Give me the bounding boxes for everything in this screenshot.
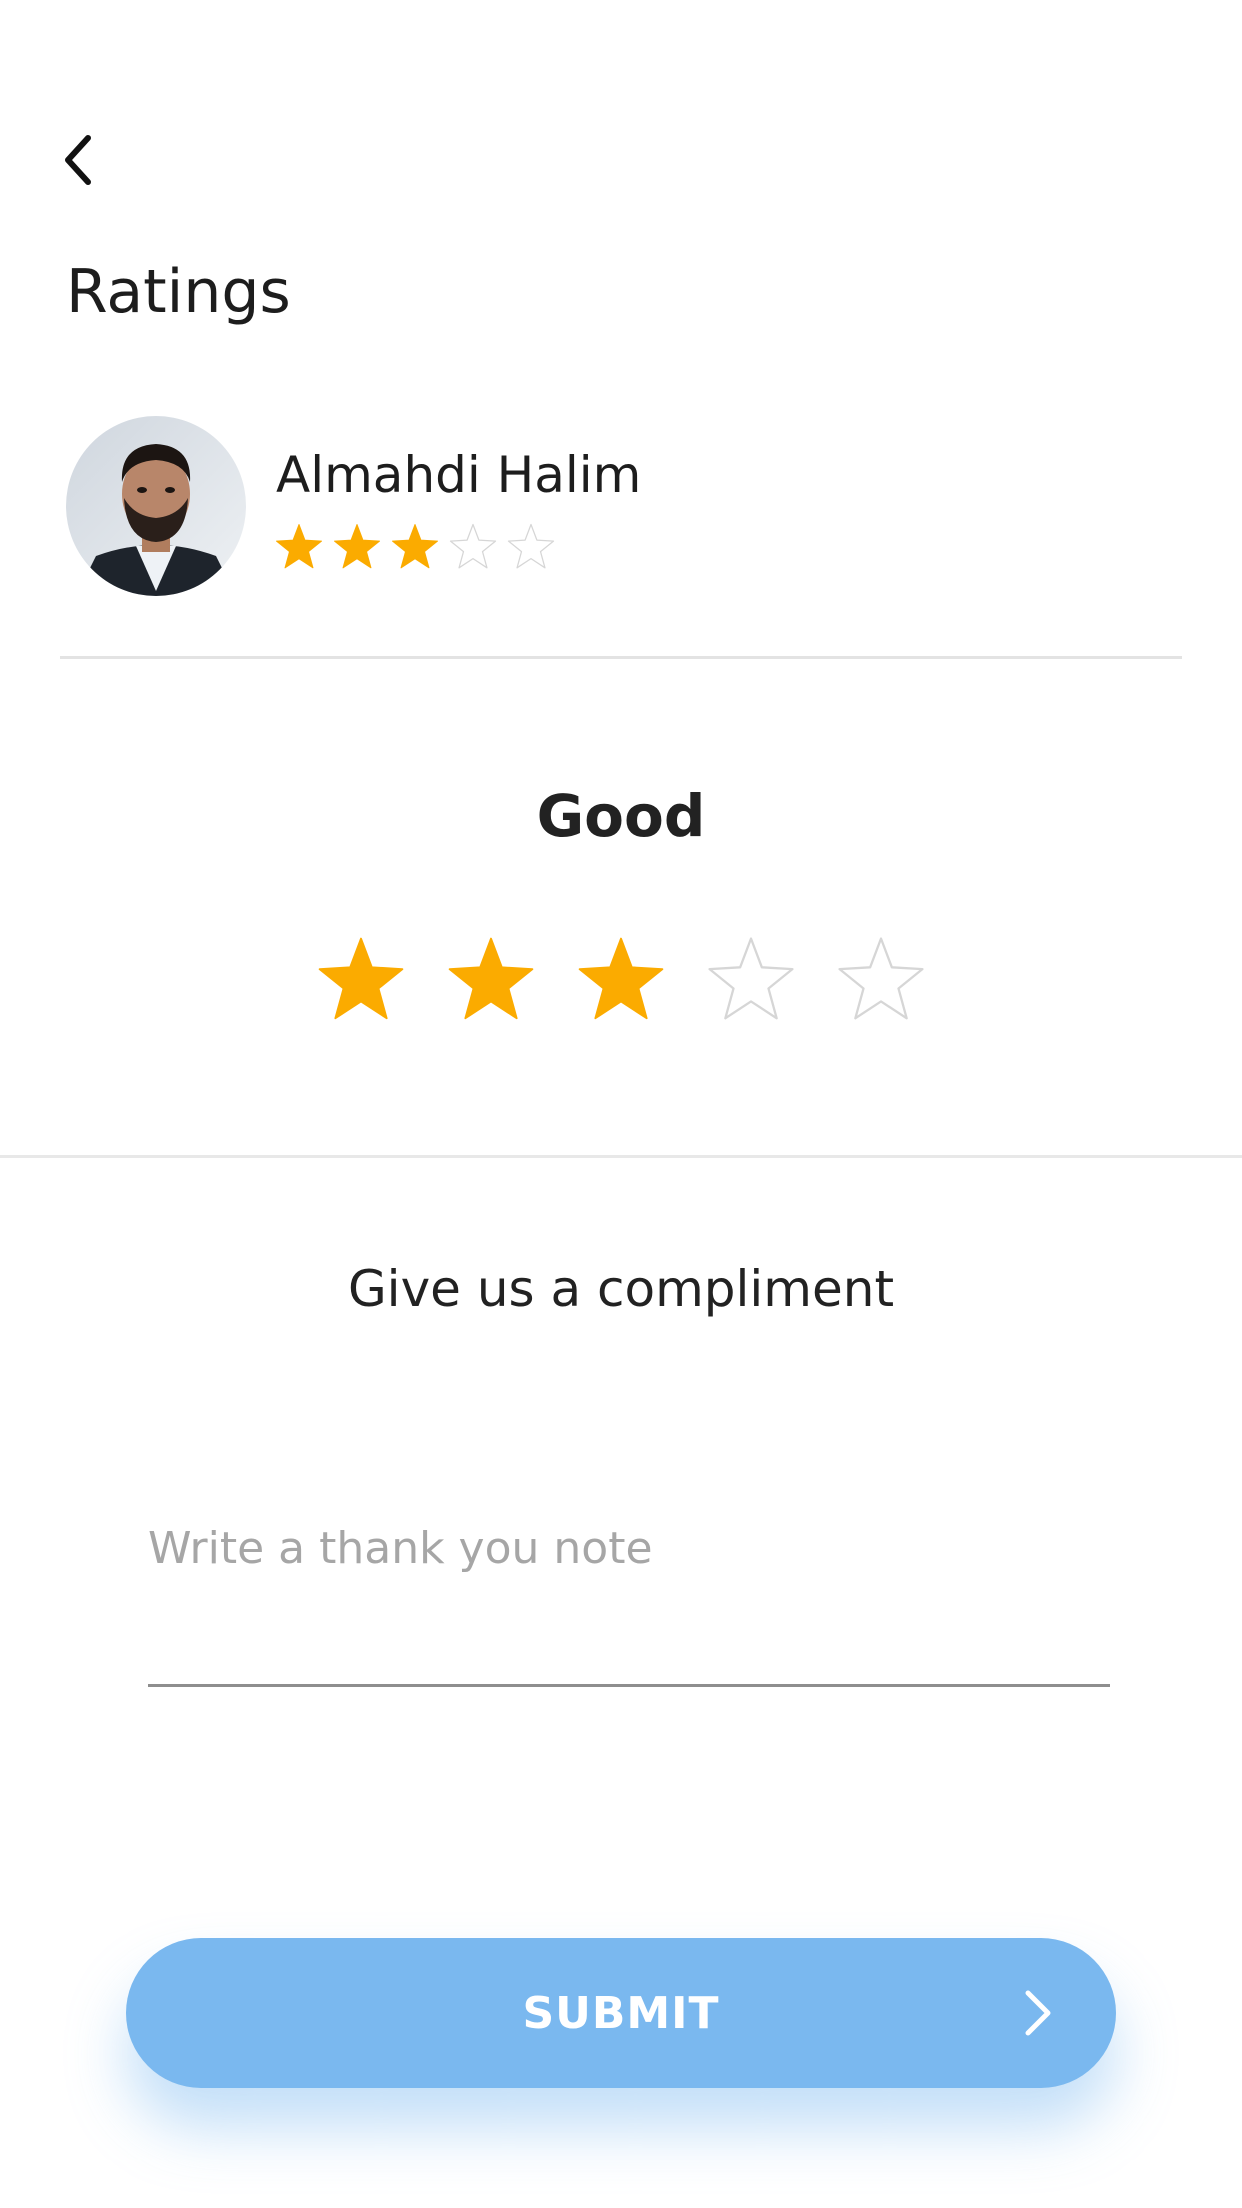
submit-button[interactable]: SUBMIT	[126, 1938, 1116, 2088]
divider	[60, 656, 1182, 659]
avatar-photo	[66, 416, 246, 596]
submit-label: SUBMIT	[522, 1987, 720, 2039]
compliment-title: Give us a compliment	[347, 1260, 895, 1318]
avatar	[66, 416, 246, 596]
rating-label: Good	[536, 782, 706, 850]
divider	[0, 1155, 1242, 1158]
thank-you-note-input[interactable]	[148, 1508, 1110, 1588]
driver-name: Almahdi Halim	[276, 446, 642, 504]
star-filled-icon[interactable]	[315, 934, 407, 1026]
star-filled-icon	[334, 524, 380, 569]
rating-star-selector[interactable]	[0, 934, 1242, 1026]
star-empty-icon	[507, 523, 555, 569]
star-filled-icon	[392, 524, 438, 569]
star-empty-icon[interactable]	[705, 934, 797, 1026]
note-input-underline	[148, 1684, 1110, 1687]
chevron-right-icon	[1025, 1990, 1051, 2036]
back-button[interactable]	[48, 120, 108, 200]
page-title: Ratings	[66, 257, 291, 327]
driver-rating-stars	[274, 522, 556, 572]
star-filled-icon[interactable]	[445, 934, 537, 1026]
star-filled-icon	[276, 524, 322, 569]
star-filled-icon[interactable]	[575, 934, 667, 1026]
star-empty-icon[interactable]	[835, 934, 927, 1026]
star-empty-icon	[449, 523, 497, 569]
chevron-left-icon	[65, 135, 91, 185]
